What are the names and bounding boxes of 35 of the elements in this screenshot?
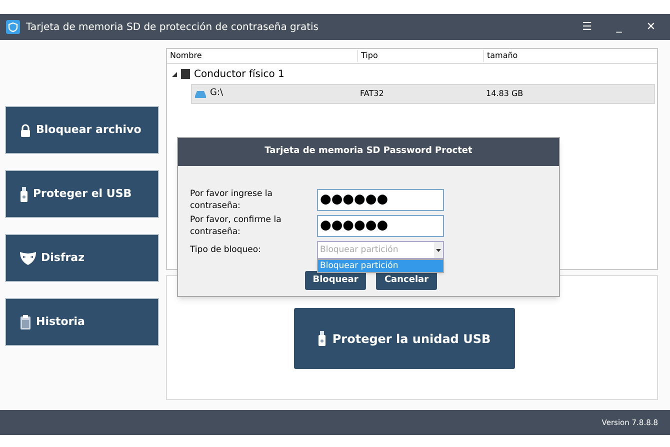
shield-icon (6, 20, 20, 34)
field-label: Por favor, confirme la contraseña: (190, 214, 282, 238)
dropdown-placeholder: Bloquear partición (319, 244, 400, 256)
usb-drive-icon (318, 331, 326, 346)
table-cell-text: FAT32 (360, 88, 385, 100)
protect-usb-button[interactable]: Proteger la unidad USB (294, 308, 515, 369)
sidebar-button[interactable]: Bloquear archivo (5, 106, 159, 154)
field-label: Tipo de bloqueo: (190, 244, 262, 256)
expand-arrow-icon[interactable] (172, 72, 177, 76)
sidebar-button[interactable]: Proteger el USB (5, 170, 159, 218)
sidebar-button[interactable]: Historia (5, 298, 159, 346)
dialog-title: Tarjeta de memoria SD Password Proctet (178, 138, 559, 166)
window-title: Tarjeta de memoria SD de protección de contraseña gratis (26, 20, 320, 34)
drive-icon (195, 90, 206, 98)
column-header: Nombre (167, 50, 358, 62)
tree-label: Conductor físico 1 (194, 68, 284, 82)
window-control[interactable]: ✕ (638, 18, 664, 36)
clipboard-icon (20, 314, 31, 330)
mask-icon (20, 251, 36, 265)
column-header: tamaño (486, 50, 519, 62)
drive-name: G:\ (210, 87, 224, 100)
window-control[interactable]: _ (606, 18, 632, 36)
table-cell: 14.83 GB (486, 88, 524, 100)
padlock-icon (20, 124, 31, 136)
field-label: Por favor ingrese la contraseña: (190, 188, 274, 212)
column-header: Tipo (358, 50, 484, 62)
password-field[interactable]: ●●●●●● (317, 189, 444, 211)
dialog-button[interactable]: Bloquear (305, 271, 366, 290)
usb-drive-icon (20, 186, 28, 202)
password-field[interactable]: ●●●●●● (317, 215, 444, 237)
drive-row[interactable]: G:\ FAT32 14.83 GB (191, 84, 655, 104)
tree-row[interactable]: Conductor físico 1 (167, 64, 657, 84)
window-control[interactable]: ☰ (574, 18, 600, 36)
sidebar-button[interactable]: Disfraz (5, 234, 159, 282)
caret-icon[interactable] (434, 242, 443, 258)
